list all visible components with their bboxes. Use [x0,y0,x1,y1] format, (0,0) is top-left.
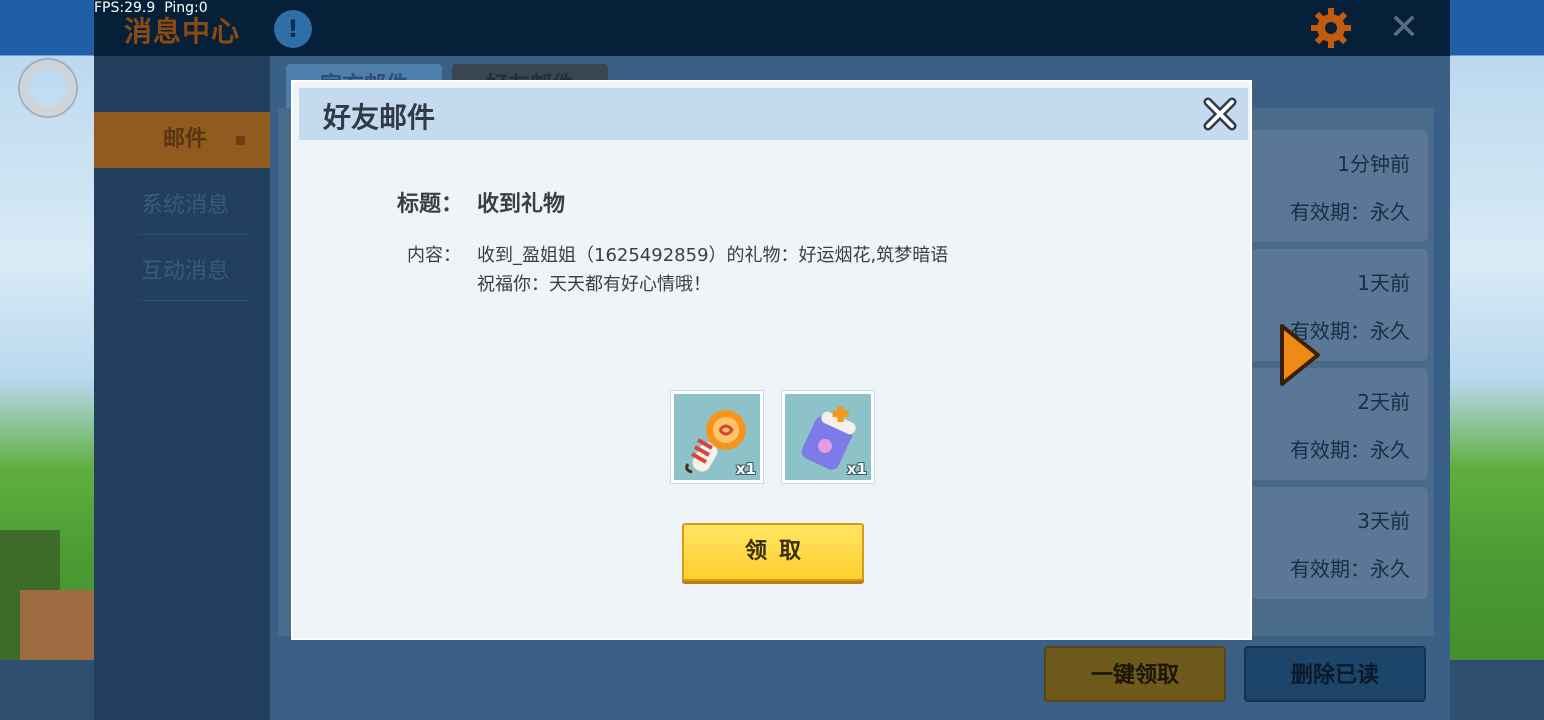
mail-expiry: 有效期：永久 [1290,200,1410,224]
sidebar-item-system[interactable]: 系统消息 [94,178,276,234]
sidebar-item-label: 互动消息 [140,259,229,284]
mail-time: 1分钟前 [1337,152,1410,176]
close-icon[interactable]: ✕ [1384,8,1424,48]
reward-item-slot[interactable]: x1 [781,390,875,484]
dirt-block [20,590,95,660]
delete-read-button[interactable]: 删除已读 [1244,646,1426,702]
sidebar: 邮件 系统消息 互动消息 [94,56,276,720]
next-arrow-icon[interactable] [1278,322,1322,388]
title-label: 标题： [397,192,464,217]
claim-all-button[interactable]: 一键领取 [1044,646,1226,702]
claim-button[interactable]: 领取 [682,523,864,581]
reward-item-slot[interactable]: x1 [670,390,764,484]
list-item[interactable]: 3天前 有效期：永久 [1233,487,1428,599]
item-quantity: x1 [735,460,756,478]
divider [138,300,248,301]
list-item[interactable]: 2天前 有效期：永久 [1233,368,1428,480]
info-button[interactable]: ! [274,10,312,48]
content-label: 内容： [407,245,461,266]
mail-body-line: 收到_盈姐姐（1625492859）的礼物：好运烟花,筑梦暗语 [477,245,949,266]
fps-readout: FPS:29.9 Ping:0 [94,0,208,16]
gear-icon[interactable] [1309,6,1353,50]
list-item[interactable]: 1天前 有效期：永久 [1233,249,1428,361]
mail-time: 1天前 [1357,271,1410,295]
dialog-title: 好友邮件 [323,101,436,134]
mail-body-line: 祝福你：天天都有好心情哦！ [477,274,711,295]
mail-expiry: 有效期：永久 [1290,557,1410,581]
panel-header: 消息中心 ! ✕ [94,0,1450,56]
list-item[interactable]: 1分钟前 有效期：永久 [1233,130,1428,242]
sidebar-item-interaction[interactable]: 互动消息 [94,244,276,300]
mail-time: 3天前 [1357,509,1410,533]
panel-title: 消息中心 [124,15,241,48]
sidebar-item-label: 系统消息 [140,193,229,218]
friend-mail-dialog: 好友邮件 标题： 收到礼物 内容： 收到_盈姐姐（1625492859）的礼物：… [291,80,1252,640]
divider [138,234,248,235]
unread-dot-icon [236,136,245,145]
mail-expiry: 有效期：永久 [1290,438,1410,462]
item-quantity: x1 [846,460,867,478]
mail-time: 2天前 [1357,390,1410,414]
sidebar-item-label: 邮件 [162,127,207,152]
mail-body: 收到_盈姐姐（1625492859）的礼物：好运烟花,筑梦暗语 祝福你：天天都有… [477,241,948,299]
dialog-header: 好友邮件 [299,88,1248,140]
joystick-ring-icon[interactable] [20,60,76,116]
close-icon[interactable] [1202,96,1238,132]
sidebar-item-mail[interactable]: 邮件 [94,112,276,168]
mail-subject: 收到礼物 [477,192,566,217]
